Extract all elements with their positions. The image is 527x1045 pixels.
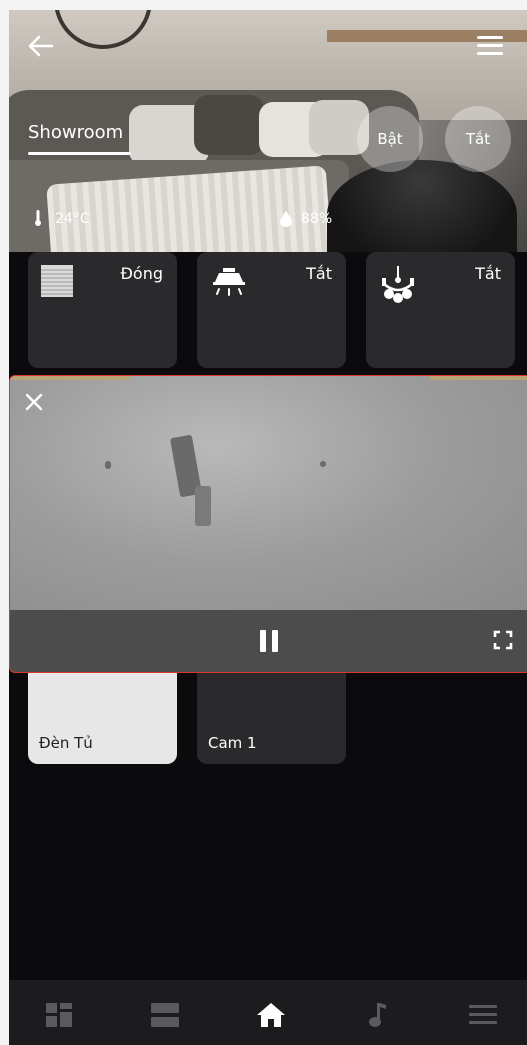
humidity-drop-icon — [280, 211, 292, 227]
nav-music-icon[interactable] — [362, 1002, 392, 1028]
chandelier-icon — [378, 264, 418, 304]
device-status: Tắt — [475, 264, 501, 283]
close-icon[interactable] — [24, 392, 44, 412]
back-arrow-icon[interactable] — [27, 34, 55, 58]
bottom-navigation — [9, 980, 527, 1045]
pause-icon[interactable] — [260, 630, 280, 652]
nav-home-icon[interactable] — [256, 1002, 286, 1028]
camera-video-feed — [10, 376, 527, 610]
temperature-value: 24°C — [55, 211, 90, 227]
blinds-icon — [40, 264, 80, 304]
room-title: Showroom — [28, 122, 124, 143]
nav-rooms-icon[interactable] — [150, 1002, 180, 1028]
camera-video-player[interactable] — [9, 375, 527, 673]
device-card-ceiling-light[interactable]: Tắt — [197, 252, 346, 368]
thermometer-icon — [35, 210, 41, 226]
all-on-button[interactable]: Bật — [357, 106, 423, 172]
ceiling-light-icon — [209, 264, 249, 304]
device-label: Cam 1 — [208, 734, 257, 752]
nav-dashboard-icon[interactable] — [44, 1002, 74, 1028]
device-card-blinds[interactable]: Đóng — [28, 252, 177, 368]
room-title-underline — [28, 152, 131, 155]
device-status: Đóng — [120, 264, 163, 283]
nav-menu-icon[interactable] — [468, 1002, 498, 1028]
fullscreen-icon[interactable] — [493, 630, 513, 650]
humidity-value: 88% — [301, 211, 333, 227]
hamburger-menu-icon[interactable] — [477, 36, 503, 56]
device-label: Đèn Tủ — [39, 734, 93, 752]
room-header-image: Showroom Bật Tắt 24°C 88% — [9, 10, 527, 252]
all-off-button[interactable]: Tắt — [445, 106, 511, 172]
app-screen: Showroom Bật Tắt 24°C 88% Đóng Tắt Tắt Đ… — [9, 10, 527, 1045]
device-card-chandelier[interactable]: Tắt — [366, 252, 515, 368]
device-status: Tắt — [306, 264, 332, 283]
video-controls-bar — [10, 610, 527, 672]
